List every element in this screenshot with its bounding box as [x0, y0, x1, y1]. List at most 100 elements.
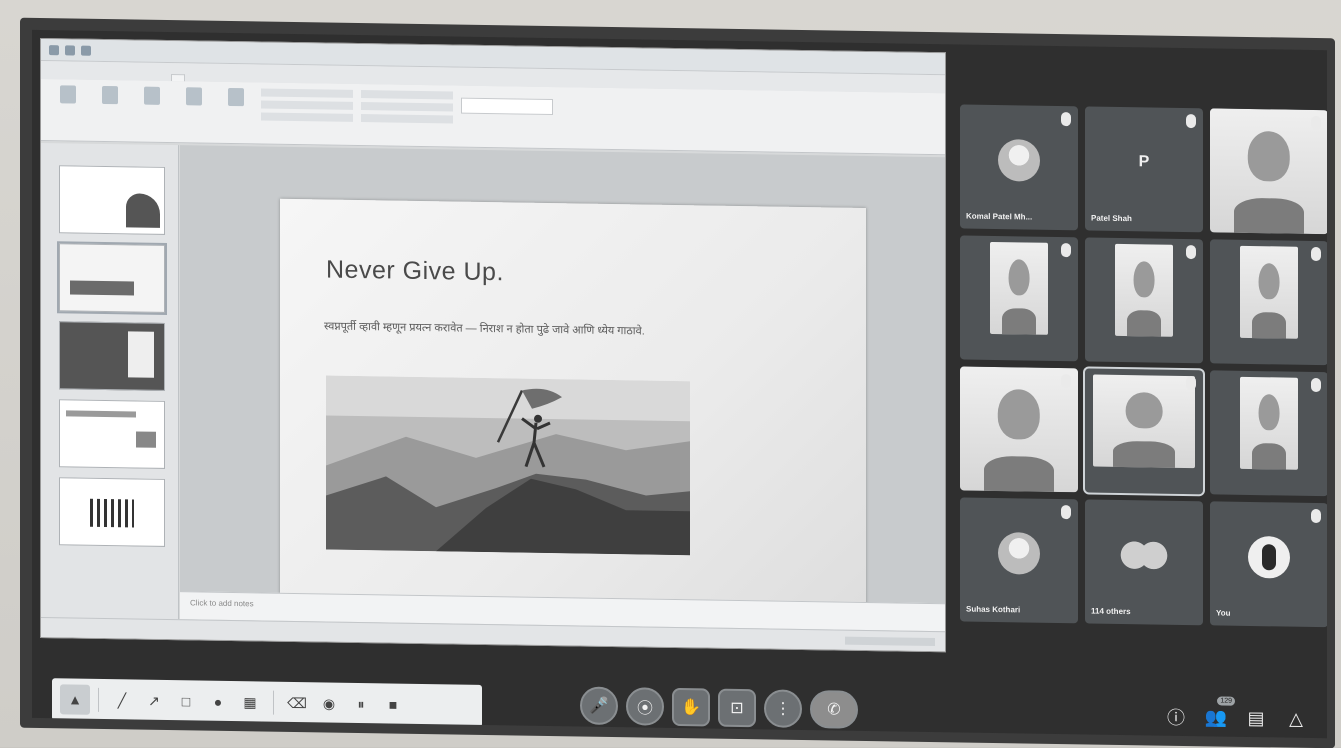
slide-thumbnail: [59, 477, 165, 547]
annotation-toolbar: ▲ ╱ ↗ □ ● ▦ ⌫ ◉ ⏸ ■: [52, 678, 482, 727]
app-logo-icon: [49, 44, 59, 55]
ribbon-tab: [221, 76, 233, 82]
present-screen-button[interactable]: ⊡: [718, 688, 756, 728]
ribbon-button: [219, 87, 253, 138]
ribbon-tab-active: [171, 74, 185, 82]
undo-icon: [81, 45, 91, 56]
meeting-info-icon[interactable]: ⓘ: [1163, 704, 1189, 730]
rectangle-tool-icon[interactable]: □: [171, 686, 201, 716]
others-avatars: [1120, 533, 1168, 577]
ribbon-button: [177, 87, 211, 137]
ribbon-button: [51, 85, 85, 135]
self-tile[interactable]: You: [1210, 501, 1327, 628]
mic-muted-icon: [1061, 505, 1071, 520]
more-options-button[interactable]: ⋮: [764, 689, 802, 728]
raise-hand-button[interactable]: ✋: [672, 687, 710, 727]
slide-thumbnail-pane: [41, 143, 179, 640]
mic-muted-icon: [1061, 243, 1071, 258]
mic-muted-icon: [1061, 374, 1071, 389]
others-count: 114 others: [1091, 606, 1131, 617]
save-icon: [65, 44, 75, 56]
avatar: [1248, 535, 1290, 579]
mic-active-icon: [1186, 375, 1196, 391]
slide-thumbnail: [59, 165, 165, 235]
mic-muted-icon: [1311, 115, 1321, 131]
participant-tile[interactable]: P Patel Shah: [1085, 106, 1203, 233]
participant-tile[interactable]: [960, 366, 1078, 493]
meeting-controls: 🎤 ⦿ ✋ ⊡ ⋮ ✆: [580, 686, 858, 729]
participant-tile[interactable]: [1210, 108, 1327, 235]
participant-name: Suhas Kothari: [966, 604, 1021, 615]
pointer-tool-icon[interactable]: ▲: [60, 684, 90, 715]
divider: [273, 690, 274, 715]
current-slide: Never Give Up. स्वप्नपूर्ती व्हावी म्हणू…: [280, 198, 866, 608]
stamp-tool-icon[interactable]: ◉: [314, 688, 344, 718]
arrow-tool-icon[interactable]: ↗: [139, 686, 169, 716]
ribbon-tab: [197, 75, 209, 81]
participant-tile[interactable]: Komal Patel Mh...: [960, 104, 1078, 231]
shared-presentation-window: Never Give Up. स्वप्नपूर्ती व्हावी म्हणू…: [40, 37, 946, 653]
participant-video: [990, 241, 1048, 335]
participant-tile[interactable]: [1210, 239, 1327, 366]
ribbon: [41, 79, 945, 156]
ribbon-icon: [228, 87, 244, 107]
leave-call-button[interactable]: ✆: [810, 690, 858, 729]
ribbon-button: [135, 86, 169, 136]
ribbon-icon: [186, 87, 202, 106]
ribbon-tab: [123, 74, 135, 80]
participant-tile[interactable]: [1085, 237, 1203, 364]
participant-video: [1240, 245, 1298, 339]
slide-title: Never Give Up.: [326, 255, 504, 287]
participant-tile[interactable]: [960, 235, 1078, 362]
activities-icon[interactable]: △: [1283, 706, 1309, 732]
pen-tool-icon[interactable]: ╱: [107, 685, 137, 715]
ribbon-option-list: [261, 88, 353, 138]
pause-icon[interactable]: ⏸: [346, 689, 376, 719]
eraser-tool-icon[interactable]: ⌫: [282, 688, 312, 718]
participant-video: [1240, 376, 1298, 470]
people-button[interactable]: 👥 129: [1203, 696, 1235, 730]
avatar: [998, 532, 1040, 575]
quick-access-toolbar: [49, 44, 91, 56]
participant-video: [1093, 374, 1195, 469]
people-icon: 👥: [1204, 706, 1228, 728]
fill-tool-icon[interactable]: ▦: [235, 687, 265, 717]
meeting-screen: Never Give Up. स्वप्नपूर्ती व्हावी म्हणू…: [32, 29, 1327, 739]
participant-name: Patel Shah: [1091, 213, 1132, 224]
participant-name: You: [1216, 608, 1231, 618]
mic-muted-icon: [1311, 377, 1321, 393]
ribbon-icon: [102, 85, 118, 105]
mic-toggle-button[interactable]: 🎤: [580, 686, 618, 726]
mic-muted-icon: [1061, 112, 1071, 127]
slide-editing-area: Never Give Up. स्वप्नपूर्ती व्हावी म्हणू…: [180, 145, 945, 608]
participant-tile-speaking[interactable]: [1083, 366, 1205, 497]
divider: [98, 687, 99, 712]
slide-thumbnail: [59, 399, 165, 469]
chat-icon[interactable]: ▤: [1243, 705, 1269, 731]
ribbon-tab: [147, 75, 159, 81]
avatar: [998, 139, 1040, 182]
mic-muted-icon: [1186, 244, 1196, 260]
zoom-slider: [845, 636, 935, 646]
ribbon-button: [93, 85, 127, 136]
participant-tile[interactable]: [1210, 370, 1327, 497]
mic-muted-icon: [1186, 113, 1196, 129]
camera-toggle-button[interactable]: ⦿: [626, 687, 664, 726]
participant-tile[interactable]: Suhas Kothari: [960, 497, 1078, 624]
participant-video: [1210, 108, 1327, 235]
participant-video: [1115, 243, 1173, 337]
stop-icon[interactable]: ■: [378, 689, 408, 719]
mic-muted-icon: [1311, 246, 1321, 262]
photo-background: Never Give Up. स्वप्नपूर्ती व्हावी म्हणू…: [0, 0, 1341, 748]
avatar: P: [1138, 153, 1150, 171]
participant-grid: Komal Patel Mh... P Patel Shah Suhas Kot…: [960, 104, 1327, 628]
side-panel-controls: ⓘ 👥 129 ▤ △: [1163, 696, 1309, 732]
color-picker-icon[interactable]: ●: [203, 687, 233, 717]
participant-video: [960, 366, 1078, 493]
document-title: [101, 50, 937, 63]
others-tile[interactable]: 114 others: [1085, 499, 1203, 626]
participant-name: Komal Patel Mh...: [966, 211, 1033, 222]
ribbon-option-list: [361, 90, 453, 140]
slide-thumbnail: [59, 321, 165, 391]
participant-count-badge: 129: [1217, 696, 1235, 706]
